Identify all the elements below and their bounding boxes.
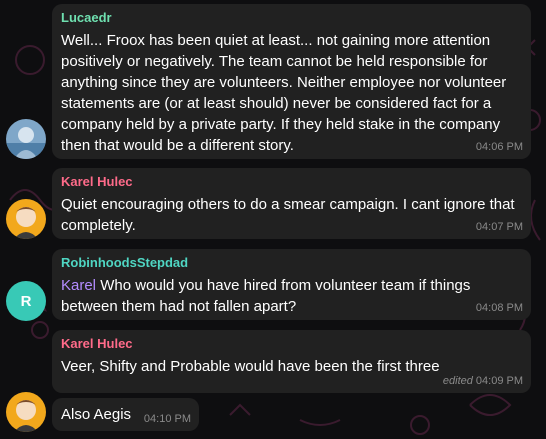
- message-text: Quiet encouraging others to do a smear c…: [61, 196, 515, 234]
- message-time: 04:08 PM: [475, 302, 523, 314]
- avatar[interactable]: [6, 119, 46, 159]
- avatar-letter: R: [20, 292, 32, 310]
- avatar[interactable]: [6, 199, 46, 239]
- message-time: 04:07 PM: [475, 221, 523, 233]
- message-text: Well... Froox has been quiet at least...…: [61, 32, 507, 154]
- message-time: 04:06 PM: [475, 141, 523, 153]
- sender-name[interactable]: Karel Hulec: [61, 336, 521, 352]
- message-bubble[interactable]: RobinhoodsStepdad Karel Who would you ha…: [52, 249, 531, 320]
- message-bubble[interactable]: Karel Hulec Veer, Shifty and Probable wo…: [52, 330, 531, 393]
- sender-name[interactable]: Karel Hulec: [61, 174, 521, 190]
- user-mention[interactable]: Karel: [61, 277, 96, 294]
- message-text-body: Who would you have hired from volunteer …: [61, 277, 471, 315]
- message-text: Karel Who would you have hired from volu…: [61, 275, 521, 317]
- message-text: Veer, Shifty and Probable would have bee…: [61, 358, 440, 375]
- message-bubble[interactable]: Also Aegis 04:10 PM: [52, 398, 199, 431]
- sender-name[interactable]: Lucaedr: [61, 10, 521, 26]
- sender-name[interactable]: RobinhoodsStepdad: [61, 255, 521, 271]
- edited-label: edited: [442, 375, 473, 387]
- message-bubble[interactable]: Lucaedr Well... Froox has been quiet at …: [52, 4, 531, 159]
- avatar[interactable]: R: [6, 281, 46, 321]
- message-bubble[interactable]: Karel Hulec Quiet encouraging others to …: [52, 168, 531, 239]
- message-time: 04:10 PM: [143, 413, 191, 425]
- message-time: edited 04:09 PM: [442, 375, 523, 387]
- avatar[interactable]: [6, 392, 46, 432]
